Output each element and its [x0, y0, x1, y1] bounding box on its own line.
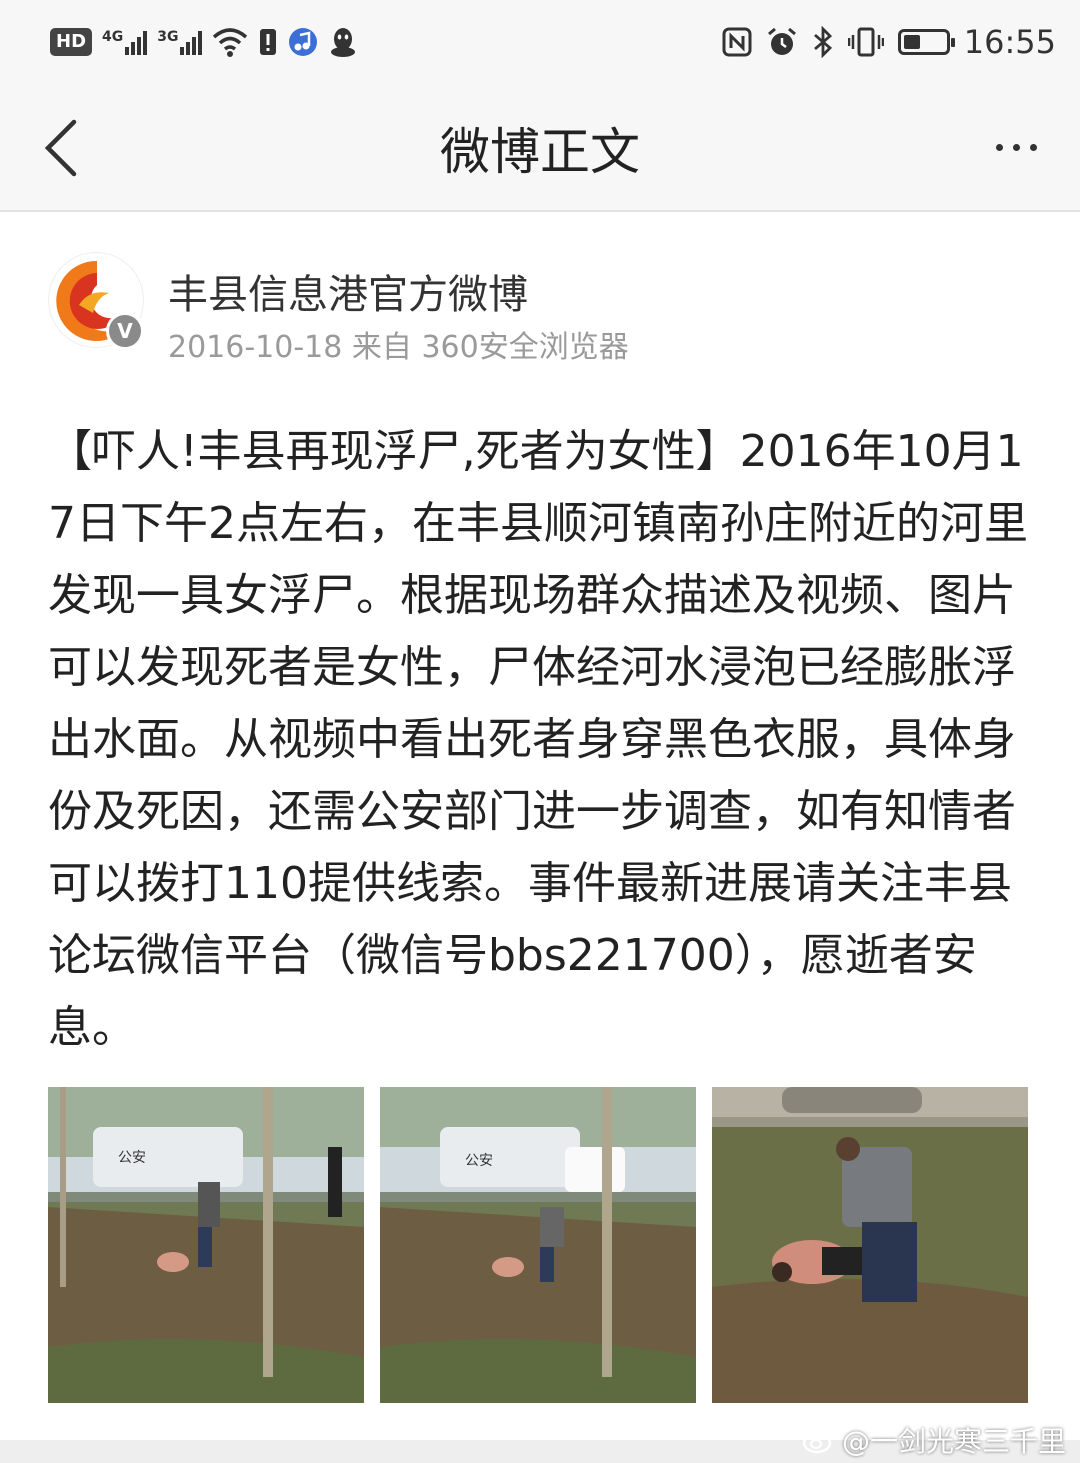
status-right: 16:55 — [722, 20, 1056, 64]
photo-3-image — [712, 1087, 1028, 1403]
qq-icon — [331, 28, 356, 57]
photo-2-image: 公安 — [380, 1087, 696, 1403]
bluetooth-icon — [813, 26, 832, 58]
signal-bars-icon — [125, 29, 148, 55]
music-app-icon — [289, 28, 318, 56]
watermark: @一剑光寒三千里 — [802, 1420, 1066, 1460]
nfc-icon — [722, 27, 752, 57]
sim1-gen-label: 4G — [102, 29, 124, 45]
photo-1[interactable]: 公安 — [48, 1087, 364, 1403]
weibo-logo-icon — [802, 1427, 835, 1454]
status-left: HD 4G 3G — [50, 22, 358, 62]
page-title: 微博正文 — [440, 123, 640, 181]
photo-grid: 公安 公安 — [48, 1087, 1029, 1403]
alarm-icon — [767, 27, 796, 55]
nav-bar: 微博正文 — [0, 82, 1080, 212]
more-button[interactable] — [986, 122, 1046, 172]
post-text: 【吓人!丰县再现浮尸,死者为女性】2016年10月17日下午2点左右，在丰县顺河… — [48, 426, 1028, 1053]
wifi-icon — [213, 28, 248, 57]
photo-2[interactable]: 公安 — [380, 1087, 696, 1403]
post-date: 2016-10-18 — [168, 330, 343, 365]
photo-1-image: 公安 — [48, 1087, 364, 1403]
verified-badge: V — [106, 312, 144, 350]
sim1-signal: 4G — [102, 29, 148, 55]
vibrate-icon — [847, 27, 884, 57]
signal-bars-icon — [180, 29, 203, 55]
status-bar: HD 4G 3G 16:55 — [0, 0, 1080, 82]
battery-icon — [897, 29, 955, 55]
author-name[interactable]: 丰县信息港官方微博 — [168, 262, 528, 320]
car-label: 公安 — [118, 1150, 146, 1166]
sim2-signal: 3G — [157, 29, 203, 55]
post-source: 来自 360安全浏览器 — [351, 330, 629, 365]
watermark-text: @一剑光寒三千里 — [841, 1425, 1066, 1458]
car-label: 公安 — [465, 1153, 493, 1169]
clock: 16:55 — [963, 23, 1056, 61]
sim2-gen-label: 3G — [157, 29, 179, 45]
post-meta: 2016-10-18 来自 360安全浏览器 — [168, 322, 629, 366]
hd-badge: HD — [50, 28, 93, 56]
more-dots-icon — [995, 143, 1003, 151]
photo-3[interactable] — [712, 1087, 1028, 1403]
alert-icon — [260, 29, 277, 55]
